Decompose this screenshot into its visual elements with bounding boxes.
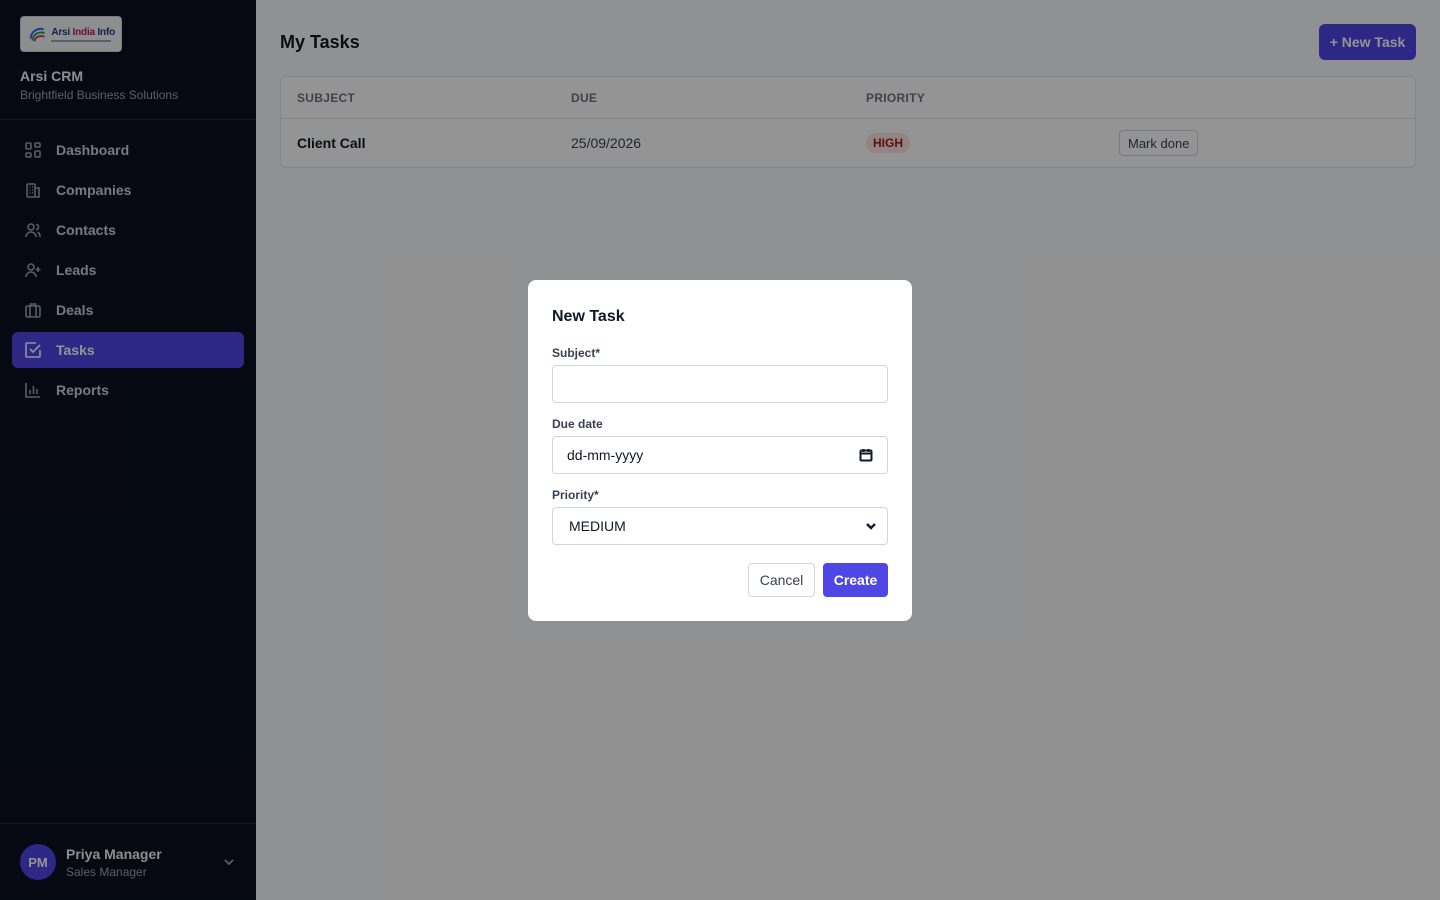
cancel-button[interactable]: Cancel <box>748 563 815 597</box>
due-date-label: Due date <box>552 417 603 431</box>
dialog-actions: Cancel Create <box>748 563 888 597</box>
due-date-input[interactable]: dd-mm-yyyy <box>552 436 888 474</box>
chevron-down-icon <box>866 523 876 530</box>
calendar-icon[interactable] <box>859 448 873 462</box>
subject-input[interactable] <box>552 365 888 403</box>
modal-backdrop[interactable]: New Task Subject* Due date dd-mm-yyyy Pr… <box>0 0 1440 900</box>
priority-label: Priority* <box>552 488 599 502</box>
subject-label: Subject* <box>552 346 601 360</box>
new-task-dialog: New Task Subject* Due date dd-mm-yyyy Pr… <box>528 280 912 621</box>
create-button[interactable]: Create <box>823 563 888 597</box>
priority-select[interactable]: MEDIUM <box>552 507 888 545</box>
dialog-title: New Task <box>552 308 625 325</box>
priority-selected-value: MEDIUM <box>569 518 626 534</box>
due-date-placeholder: dd-mm-yyyy <box>567 447 644 463</box>
